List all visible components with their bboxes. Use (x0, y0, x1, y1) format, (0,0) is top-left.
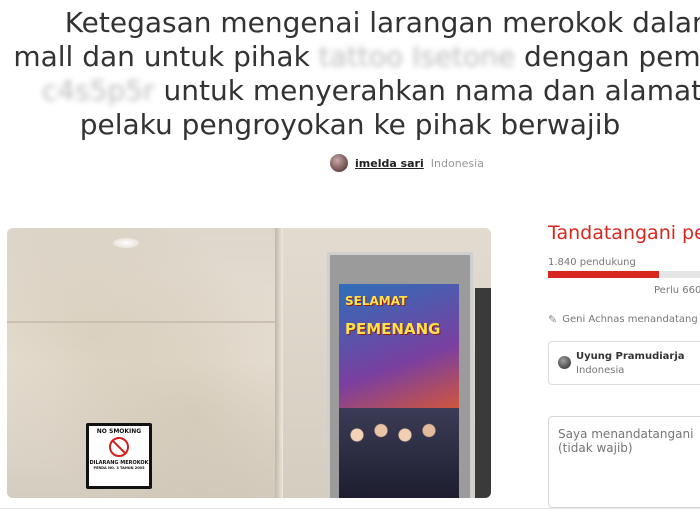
author-location: Indonesia (430, 156, 484, 170)
recent-activity-text: Geni Achnas menandatang (562, 314, 698, 325)
petition-title: Ketegasan mengenai larangan merokok dala… (0, 6, 700, 146)
wall-seam (7, 321, 279, 323)
ceiling-light (113, 238, 139, 248)
poster-line-1: SELAMAT (345, 294, 408, 308)
poster-line-2: PEMENANG (345, 320, 441, 338)
title-line-4: pelaku pengroyokan ke pihak berwajib (79, 108, 621, 141)
petition-author: imelda sari Indonesia (330, 153, 484, 173)
poster-text: SELAMAT PEMENANG (345, 294, 453, 338)
comment-textarea[interactable] (548, 416, 700, 508)
signer-card: Uyung Pramudiarja Indonesia (548, 341, 700, 385)
title-line-3a: untuk menyerahkan nama dan alamat (163, 74, 700, 107)
author-avatar[interactable] (330, 154, 348, 172)
title-line-2: mall dan untuk pihak tattoo Isetone deng… (7, 40, 700, 74)
supporters-count: 1.840 pendukung (548, 257, 636, 268)
signer-avatar (558, 356, 571, 369)
petition-photo: SELAMAT PEMENANG NO SMOKING DILARANG MER… (7, 228, 491, 498)
signatures-needed: Perlu 660 (654, 285, 700, 296)
bottom-edge (0, 508, 700, 523)
sign-petition-heading: Tandatangani pe (548, 222, 700, 244)
poster: SELAMAT PEMENANG (339, 284, 459, 498)
title-line-2b: dengan pem (524, 40, 700, 73)
redacted-name-2: c4s5p5r (41, 74, 155, 107)
no-smoking-sign: NO SMOKING DILARANG MEROKOK PERDA NO. 3 … (86, 423, 152, 489)
no-smoking-icon (109, 437, 129, 457)
author-name-link[interactable]: imelda sari (355, 157, 424, 170)
recent-activity: ✎ Geni Achnas menandatang (548, 313, 700, 326)
dark-edge (475, 288, 491, 498)
signature-progress-bar (548, 271, 700, 278)
pen-icon: ✎ (548, 313, 558, 326)
poster-crowd (339, 408, 459, 498)
title-line-1: Ketegasan mengenai larangan merokok dala… (64, 6, 700, 39)
wall-corner (275, 228, 283, 498)
perda-label: PERDA NO. 3 TAHUN 2005 (93, 466, 145, 470)
signature-progress-fill (548, 271, 659, 278)
signer-name: Uyung Pramudiarja (576, 351, 685, 362)
title-line-3: c4s5p5r untuk menyerahkan nama dan alama… (22, 74, 700, 108)
signer-location: Indonesia (576, 365, 625, 376)
redacted-name-1: tattoo Isetone (318, 40, 516, 73)
title-line-2a: mall dan untuk pihak (13, 40, 310, 73)
no-smoking-label: NO SMOKING (96, 428, 142, 435)
